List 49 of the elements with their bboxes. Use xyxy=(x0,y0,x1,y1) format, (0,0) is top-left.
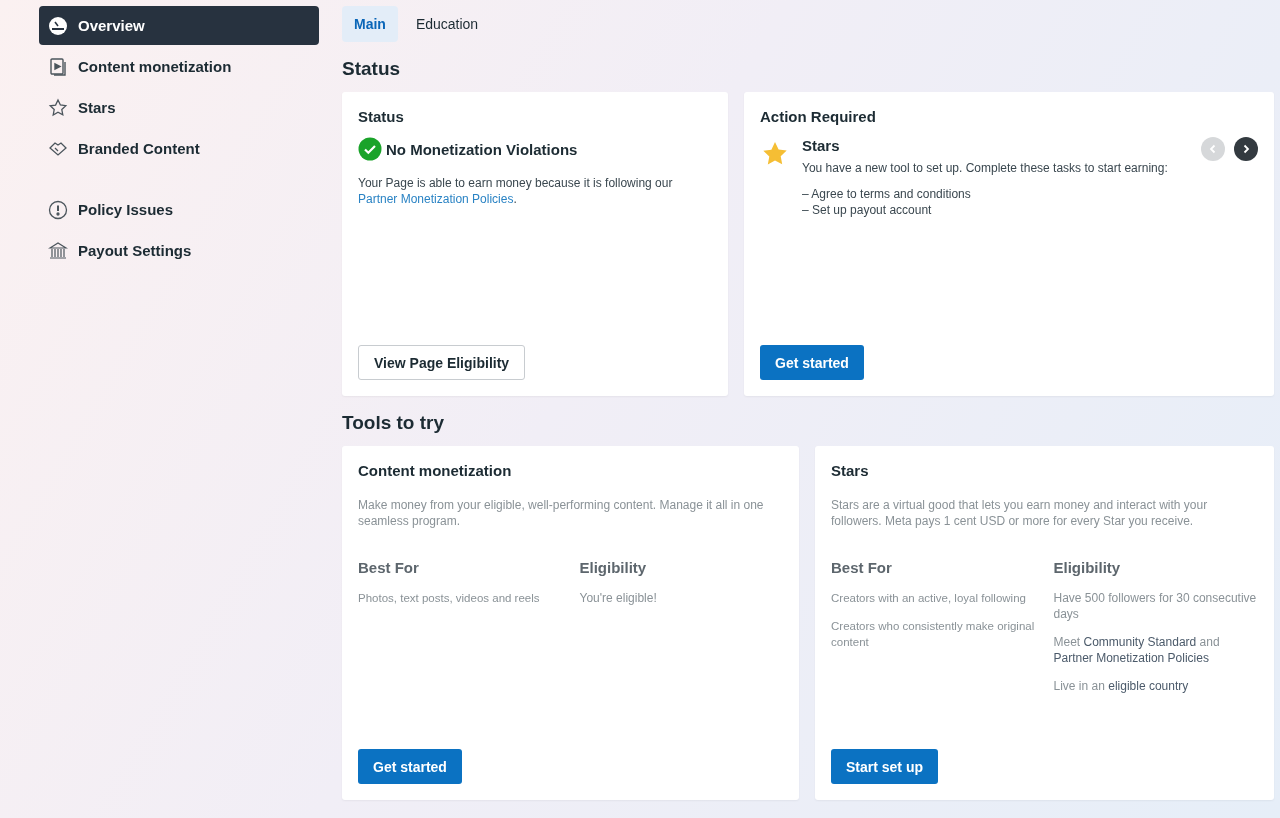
chevron-right-icon xyxy=(1241,144,1251,154)
next-button[interactable] xyxy=(1234,137,1258,161)
gauge-icon xyxy=(48,15,68,36)
get-started-button[interactable]: Get started xyxy=(760,345,864,380)
eligibility-item: Meet Community Standard and Partner Monetization Policies xyxy=(1053,634,1221,666)
item-title: Stars xyxy=(802,137,841,154)
sidebar-item[interactable]: Content monetization xyxy=(39,47,319,86)
policy-link[interactable]: eligible country xyxy=(1108,679,1189,693)
alert-icon xyxy=(48,199,68,220)
tab[interactable]: Main xyxy=(342,6,398,42)
check-circle-icon xyxy=(358,137,382,161)
card-title: Stars xyxy=(831,462,870,479)
policy-link[interactable]: Community Standard xyxy=(1083,635,1197,649)
policy-link[interactable]: Partner Monetization Policies xyxy=(1053,651,1209,665)
card-title: Content monetization xyxy=(358,462,513,479)
chevron-left-icon xyxy=(1208,144,1218,154)
column-heading: Best For xyxy=(358,559,420,576)
tab[interactable]: Education xyxy=(403,6,491,42)
sidebar-item[interactable]: Stars xyxy=(39,88,319,127)
video-icon xyxy=(48,56,68,77)
task-item: – Agree to terms and conditions xyxy=(802,186,972,202)
start-button[interactable]: Get started xyxy=(358,749,462,784)
sidebar-item[interactable]: Payout Settings xyxy=(39,231,319,270)
section-heading: Tools to try xyxy=(342,412,446,434)
start-button[interactable]: Start set up xyxy=(831,749,938,784)
task-item: – Set up payout account xyxy=(802,202,933,218)
eligibility-item: You're eligible! xyxy=(579,590,658,606)
best-for-item: Creators who consistently make original content xyxy=(831,619,1036,650)
column-heading: Eligibility xyxy=(1053,559,1122,576)
tool-description: Make money from your eligible, well-performing content. Manage it all in one seamless program. xyxy=(358,497,765,529)
task-description: You have a new tool to set up. Complete these tasks to start earning: xyxy=(802,160,1169,176)
card-title: Status xyxy=(358,108,405,125)
eligibility-item: Live in an eligible country xyxy=(1053,678,1190,694)
column-heading: Best For xyxy=(831,559,893,576)
tool-description: Stars are a virtual good that lets you earn money and interact with your followers. Meta pays 1 cent USD or more for every Star you receive. xyxy=(831,497,1209,529)
star-icon xyxy=(48,97,68,118)
bank-icon xyxy=(48,240,68,261)
status-description: Your Page is able to earn money because it is following our Partner Monetization Policies. xyxy=(358,175,674,207)
column-heading: Eligibility xyxy=(579,559,648,576)
sidebar-item[interactable]: Policy Issues xyxy=(39,190,319,229)
best-for-item: Creators with an active, loyal following xyxy=(831,591,1027,606)
status-headline: No Monetization Violations xyxy=(386,140,578,158)
section-heading: Status xyxy=(342,58,402,80)
best-for-item: Photos, text posts, videos and reels xyxy=(358,591,541,606)
eligibility-item: Have 500 followers for 30 consecutive days xyxy=(1053,590,1258,622)
sidebar-item[interactable]: Overview xyxy=(39,6,319,45)
card-title: Action Required xyxy=(760,108,877,125)
view-eligibility-button[interactable]: View Page Eligibility xyxy=(358,345,526,380)
sidebar-item[interactable]: Branded Content xyxy=(39,129,319,168)
